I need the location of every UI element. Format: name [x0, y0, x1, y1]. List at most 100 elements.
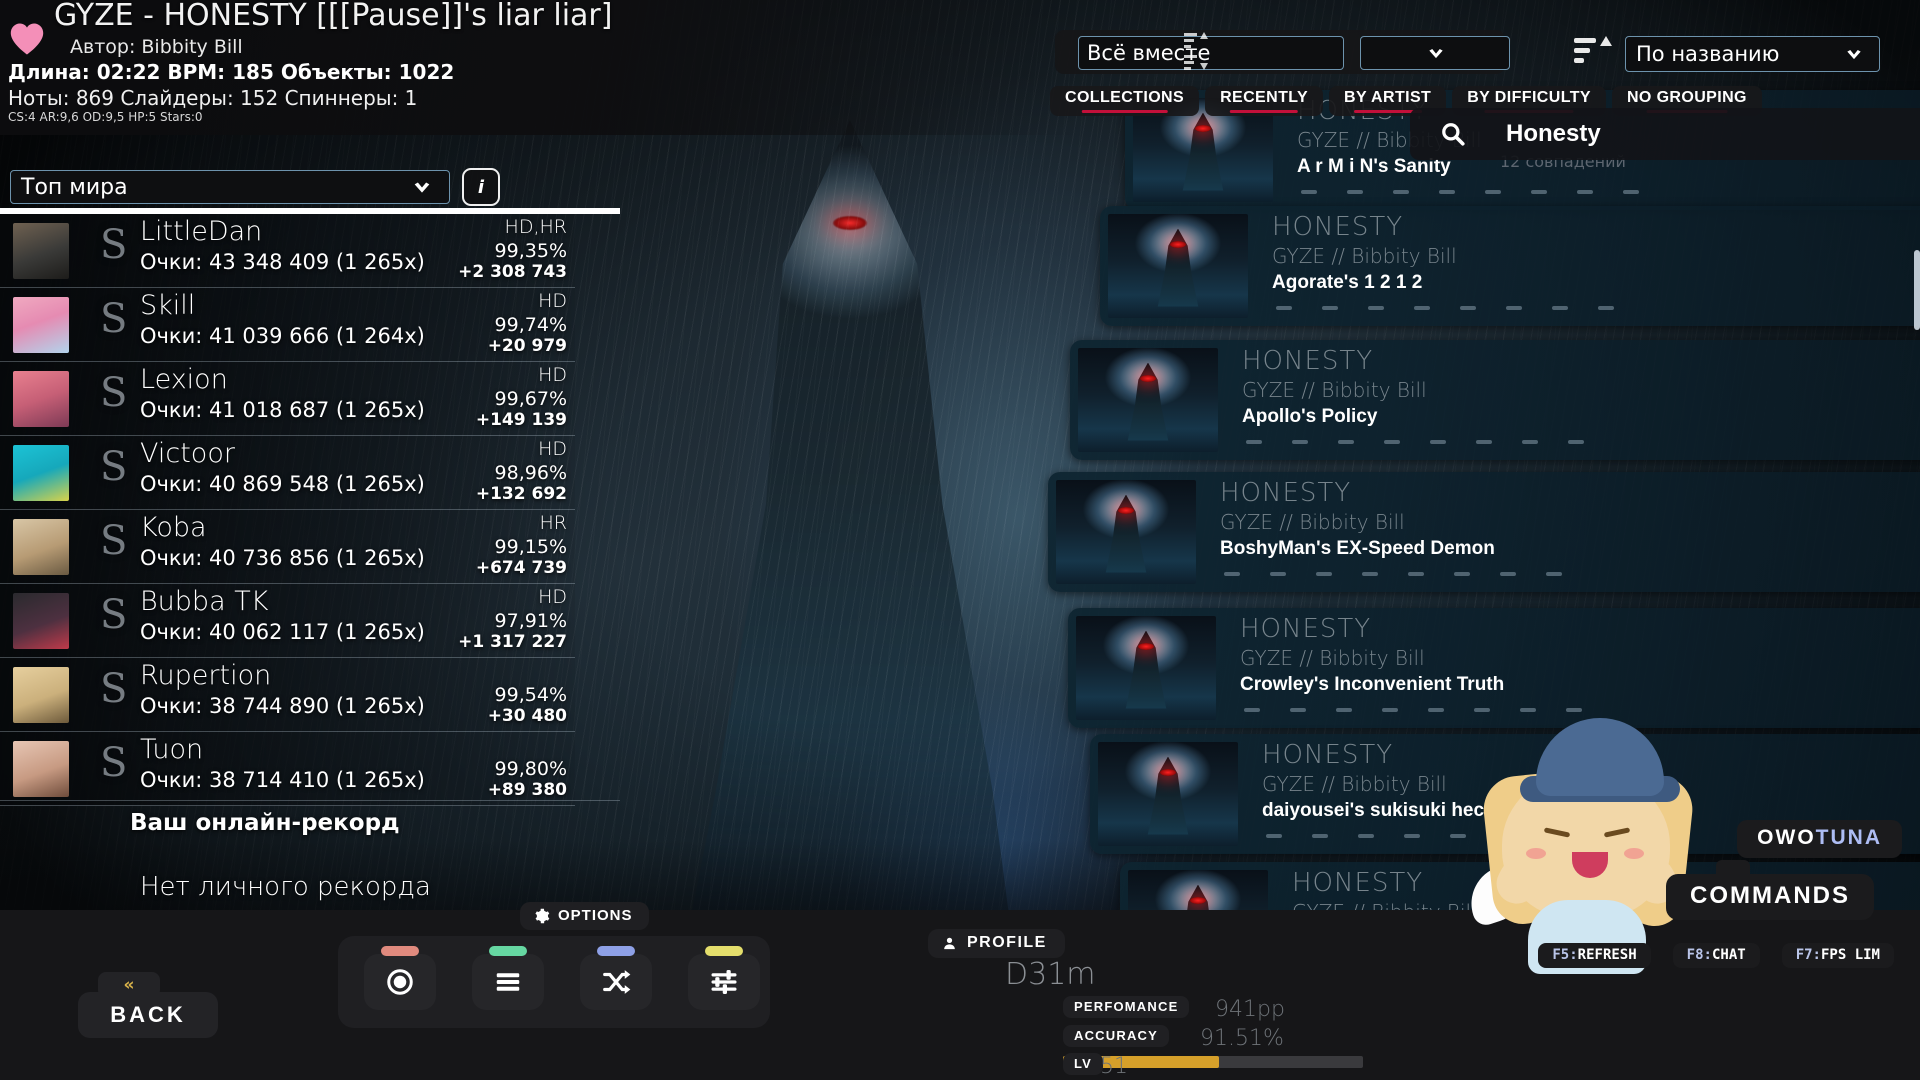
- fkey-refresh[interactable]: F5:REFRESH: [1538, 943, 1651, 968]
- mascot-hat: [1536, 718, 1664, 796]
- grouping-select-caret-box[interactable]: [1360, 36, 1510, 70]
- star-tick: [1485, 190, 1501, 194]
- beatmap-card-artist: GYZE // Bibbity Bill: [1272, 244, 1457, 268]
- star-tick: [1276, 306, 1292, 310]
- star-tick: [1322, 306, 1338, 310]
- star-tick: [1500, 572, 1516, 576]
- fkey-chat[interactable]: F8:CHAT: [1672, 943, 1760, 968]
- beatmap-card-artist: GYZE // Bibbity Bill: [1240, 646, 1425, 670]
- star-tick: [1362, 572, 1378, 576]
- leaderboard-scope-select[interactable]: Топ мира: [10, 170, 450, 204]
- options-label: OPTIONS: [558, 907, 633, 924]
- leaderboard-row[interactable]: S LittleDan Очки: 43 348 409 (1 265x) HD,HR…: [0, 214, 575, 288]
- leaderboard-player-name: Skill: [140, 290, 196, 321]
- leaderboard-accuracy: 99,67%: [494, 388, 567, 410]
- owotuna-brand-first: OWO: [1757, 826, 1816, 849]
- beatmap-difficulty-values: CS:4 AR:9,6 OD:9,5 HP:5 Stars:0: [8, 110, 203, 124]
- grouping-select[interactable]: Всё вместе: [1078, 36, 1344, 70]
- star-tick: [1552, 306, 1568, 310]
- leaderboard-player-name: Rupertion: [140, 660, 272, 691]
- star-tick: [1338, 440, 1354, 444]
- star-tick: [1393, 190, 1409, 194]
- user-icon: [944, 937, 955, 949]
- leaderboard-info-button[interactable]: i: [462, 168, 500, 206]
- leaderboard-row[interactable]: S Bubba TK Очки: 40 062 117 (1 265x) HD 97,9…: [0, 584, 575, 658]
- beatmap-info-header: GYZE - HONESTY [[[Pause]]'s liar liar] А…: [0, 0, 1080, 135]
- leaderboard-row[interactable]: S Skill Очки: 41 039 666 (1 264x) HD 99,74% +…: [0, 288, 575, 362]
- back-button[interactable]: BACK: [78, 992, 218, 1038]
- beatmap-card[interactable]: HONESTY GYZE // Bibbity Bill Agorate's 1 2…: [1100, 206, 1920, 326]
- options-button[interactable]: OPTIONS: [520, 902, 649, 930]
- leaderboard-score-delta: +149 139: [475, 410, 567, 430]
- star-tick: [1358, 834, 1374, 838]
- star-tick: [1474, 708, 1490, 712]
- leaderboard-row[interactable]: S Rupertion Очки: 38 744 890 (1 265x) 99,54…: [0, 658, 575, 732]
- commands-button[interactable]: COMMANDS: [1666, 874, 1874, 920]
- rank-grade-icon: S: [100, 370, 128, 416]
- avatar-littledan: [13, 223, 69, 279]
- leaderboard-accuracy: 99,74%: [494, 314, 567, 336]
- leaderboard-mods: HD,HR: [504, 216, 567, 238]
- star-tick: [1522, 440, 1538, 444]
- star-tick: [1439, 190, 1455, 194]
- star-tick: [1224, 572, 1240, 576]
- beatmap-card[interactable]: HONESTY GYZE // Bibbity Bill Crowley's Inc…: [1068, 608, 1920, 728]
- avatar-koba: [13, 519, 69, 575]
- star-tick: [1266, 834, 1282, 838]
- mode-osu-button[interactable]: [364, 946, 436, 1010]
- leaderboard-row[interactable]: S Lexion Очки: 41 018 687 (1 265x) HD 99,67%…: [0, 362, 575, 436]
- leaderboard-mods: [377, 660, 567, 684]
- heart-icon: [10, 23, 44, 55]
- mode-tag: [381, 946, 419, 956]
- profile-label: PROFILE: [967, 934, 1047, 951]
- beatmap-title: GYZE - HONESTY [[[Pause]]'s liar liar]: [54, 0, 613, 33]
- mode-mods-button[interactable]: [688, 946, 760, 1010]
- leaderboard-row[interactable]: S Koba Очки: 40 736 856 (1 265x) HR 99,15% +6…: [0, 510, 575, 584]
- fkey-fpslim[interactable]: F7:FPS LIM: [1781, 943, 1894, 968]
- leaderboard-score-delta: +20 979: [487, 336, 567, 356]
- star-tick: [1384, 440, 1400, 444]
- leaderboard-score-delta: +30 480: [487, 706, 567, 726]
- carousel-scrollbar[interactable]: [1914, 250, 1920, 330]
- leaderboard-row-stats: 99,54% +30 480: [377, 660, 567, 726]
- sort-select-value: По названию: [1636, 42, 1780, 66]
- leaderboard-mods: HR: [539, 512, 568, 534]
- leaderboard-mods: HD: [538, 586, 567, 608]
- avatar-bubbatk: [13, 593, 69, 649]
- leaderboard-row[interactable]: S Victoor Очки: 40 869 548 (1 265x) HD 98,96…: [0, 436, 575, 510]
- online-record-title: Ваш онлайн-рекорд: [130, 810, 400, 836]
- search-box[interactable]: Honesty: [1410, 108, 1920, 160]
- leaderboard-mods: [377, 734, 567, 758]
- avatar-victoor: [13, 445, 69, 501]
- star-tick: [1404, 834, 1420, 838]
- leaderboard-accuracy: 99,15%: [494, 536, 567, 558]
- rank-grade-icon: S: [100, 666, 128, 712]
- beatmap-card[interactable]: HONESTY GYZE // Bibbity Bill Apollo's Poli…: [1070, 340, 1920, 460]
- leaderboard-row[interactable]: S Tuon Очки: 38 714 410 (1 265x) 99,80% +89 …: [0, 732, 575, 806]
- star-tick: [1506, 306, 1522, 310]
- beatmap-card-difficulty: Agorate's 1 2 1 2: [1272, 272, 1423, 293]
- profile-button[interactable]: PROFILE: [928, 929, 1065, 958]
- beatmap-card[interactable]: HONESTY GYZE // Bibbity Bill BoshyMan's EX…: [1048, 472, 1920, 592]
- beatmap-thumb: [1076, 616, 1216, 720]
- star-tick: [1520, 708, 1536, 712]
- star-tick: [1568, 440, 1584, 444]
- star-tick: [1577, 190, 1593, 194]
- leaderboard-player-name: Victoor: [140, 438, 235, 469]
- sort-descending-icon[interactable]: [1568, 28, 1616, 76]
- beatmap-card-star-ticks: [1246, 440, 1584, 444]
- sort-select[interactable]: По названию: [1625, 36, 1880, 72]
- tab-recently-label: RECENTLY: [1220, 89, 1309, 106]
- tab-recently[interactable]: RECENTLY: [1205, 86, 1324, 116]
- beatmap-thumb: [1098, 742, 1238, 846]
- beatmap-card-title: HONESTY: [1220, 478, 1352, 508]
- beatmap-card-title: HONESTY: [1242, 346, 1374, 376]
- circle-icon: [387, 969, 413, 995]
- sort-az-icon[interactable]: [1184, 30, 1210, 72]
- mode-random-button[interactable]: [580, 946, 652, 1010]
- star-tick: [1347, 190, 1363, 194]
- profile-username: D31m: [1005, 957, 1096, 992]
- mode-taiko-button[interactable]: [472, 946, 544, 1010]
- tab-collections[interactable]: COLLECTIONS: [1050, 86, 1200, 116]
- beatmap-card-star-ticks: [1276, 306, 1614, 310]
